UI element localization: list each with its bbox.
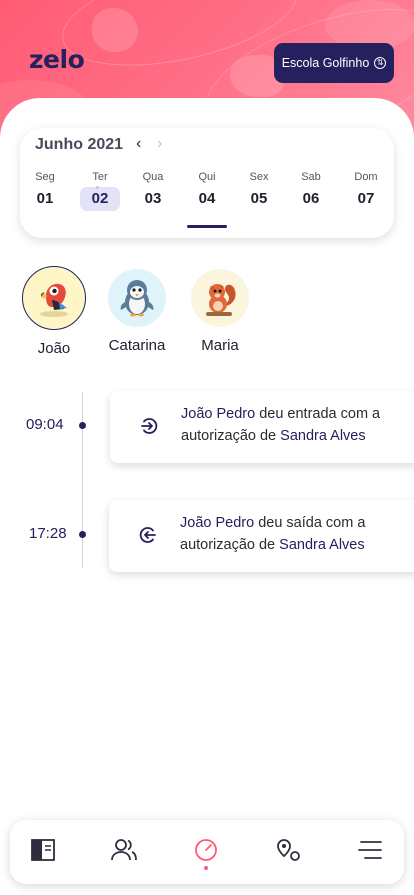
nav-timeline[interactable] (190, 834, 222, 870)
person-name: João Pedro (181, 406, 256, 422)
day-date: 01 (36, 190, 54, 207)
nav-diary[interactable] (27, 834, 59, 866)
app-logo: zelo (29, 45, 85, 74)
kid-name: Maria (201, 337, 239, 354)
kid-name: Catarina (108, 337, 166, 354)
event-description: João Pedro deu entrada com a autorização… (181, 403, 411, 447)
penguin-icon (108, 269, 166, 327)
guardian-name: Sandra Alves (279, 537, 365, 553)
day-saturday[interactable]: Sab 06 (291, 171, 331, 211)
timeline-dot (79, 531, 86, 538)
login-icon (141, 418, 158, 434)
timeline-line (82, 392, 83, 568)
menu-icon (358, 841, 382, 859)
day-name: Qua (142, 171, 164, 183)
event-dot (96, 186, 99, 189)
event-time: 09:04 (26, 416, 64, 433)
chevron-right-icon[interactable]: › (157, 135, 162, 153)
bottom-navigation (10, 820, 404, 884)
kid-name: João (37, 340, 71, 357)
nav-menu[interactable] (354, 834, 386, 866)
event-description: João Pedro deu saída com a autorização d… (180, 512, 410, 556)
event-time: 17:28 (29, 525, 67, 542)
active-indicator (204, 866, 208, 870)
guardian-name: Sandra Alves (280, 428, 366, 444)
day-date: 07 (357, 190, 375, 207)
event-card-checkin[interactable]: João Pedro deu entrada com a autorização… (110, 391, 414, 463)
day-friday[interactable]: Sex 05 (239, 171, 279, 211)
squirrel-icon (191, 269, 249, 327)
day-name: Ter (92, 171, 108, 183)
nav-people[interactable] (108, 834, 140, 866)
nav-locations[interactable] (272, 834, 304, 866)
day-date: 02 (80, 187, 120, 211)
day-tuesday[interactable]: Ter 02 (80, 171, 120, 211)
event-card-checkout[interactable]: João Pedro deu saída com a autorização d… (109, 500, 414, 572)
clock-icon (195, 839, 217, 861)
day-name: Sex (249, 171, 269, 183)
day-name: Seg (35, 171, 55, 183)
day-date: 04 (198, 190, 216, 207)
kid-catarina[interactable]: Catarina (97, 269, 177, 354)
swap-icon: ⇅ (374, 57, 387, 69)
day-thursday[interactable]: Qui 04 (187, 171, 227, 211)
map-pin-icon (277, 839, 300, 861)
day-date: 05 (250, 190, 268, 207)
day-name: Sab (301, 171, 321, 183)
kid-maria[interactable]: Maria (180, 269, 260, 354)
day-monday[interactable]: Seg 01 (25, 171, 65, 211)
day-date: 03 (144, 190, 162, 207)
users-icon (111, 839, 137, 861)
day-sunday[interactable]: Dom 07 (346, 171, 386, 211)
timeline-dot (79, 422, 86, 429)
school-selector-button[interactable]: Escola Golfinho ⇅ (274, 43, 394, 83)
calendar-month: Junho 2021 (35, 136, 124, 153)
day-name: Dom (354, 171, 378, 183)
chevron-left-icon[interactable]: ‹ (136, 135, 141, 153)
parrot-icon (22, 266, 86, 330)
book-icon (31, 839, 55, 861)
kid-joao[interactable]: João (14, 266, 94, 357)
school-name: Escola Golfinho (281, 56, 370, 70)
person-name: João Pedro (180, 515, 255, 531)
week-calendar: Junho 2021 ‹ › Seg 01 Ter 02 Qua 03 Qui … (20, 128, 394, 238)
day-date: 06 (302, 190, 320, 207)
today-indicator (187, 225, 227, 228)
logout-icon (139, 527, 156, 543)
day-wednesday[interactable]: Qua 03 (133, 171, 173, 211)
day-name: Qui (198, 171, 216, 183)
